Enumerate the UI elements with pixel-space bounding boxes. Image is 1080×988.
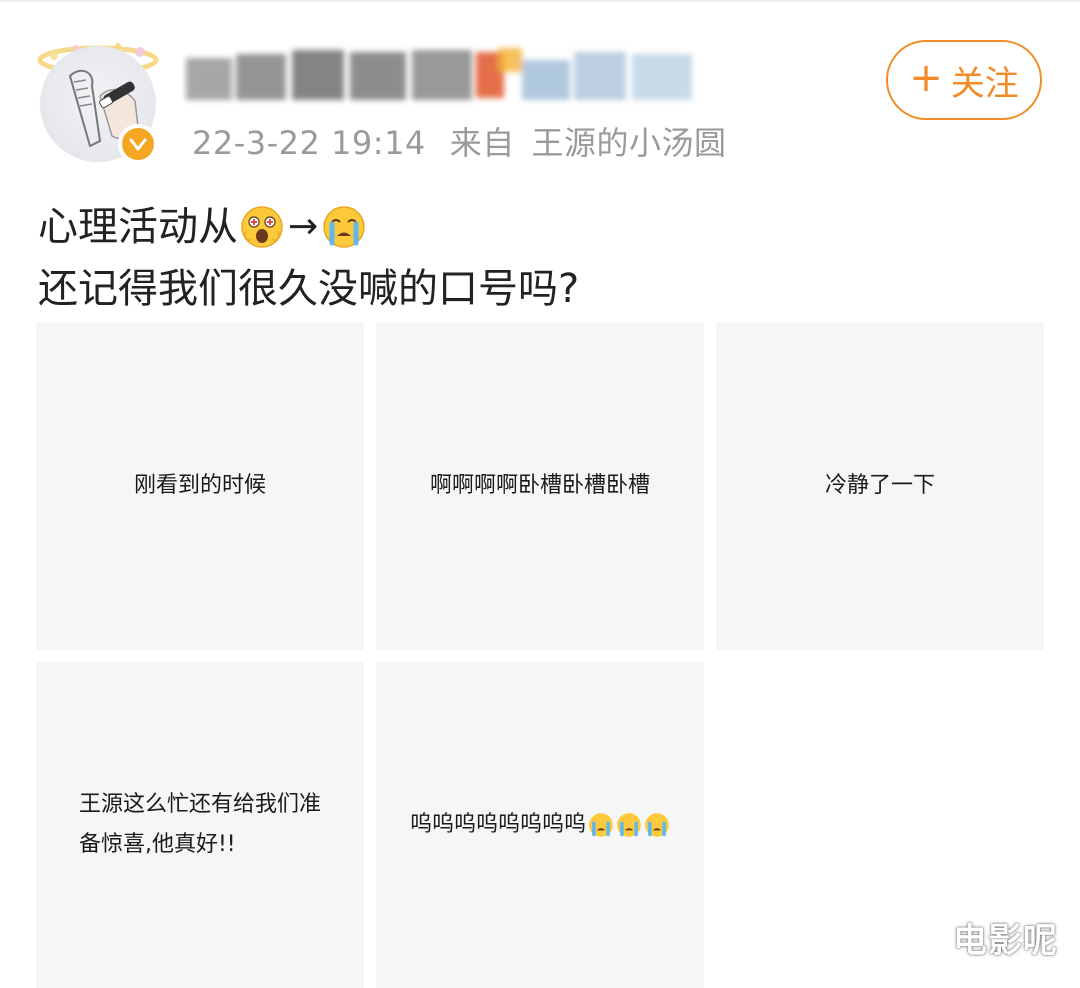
image-caption-row: 呜呜呜呜呜呜呜呜: [410, 805, 670, 845]
crying-emoji-icon: [645, 813, 669, 837]
post-text-question: 还记得我们很久没喊的口号吗?: [38, 266, 580, 312]
top-divider: [0, 0, 1080, 2]
shocked-emoji-icon: [241, 206, 283, 248]
image-caption: 啊啊啊啊卧槽卧槽卧槽: [429, 473, 650, 498]
crying-emoji-icon: [617, 813, 641, 837]
post-source: 来自 王源的小汤圆: [450, 124, 727, 162]
source-name[interactable]: 王源的小汤圆: [531, 124, 726, 162]
image-caption: 呜呜呜呜呜呜呜呜: [409, 812, 586, 837]
post-timestamp: 22-3-22 19:14: [192, 124, 426, 162]
image-tile-2[interactable]: 啊啊啊啊卧槽卧槽卧槽: [376, 322, 704, 650]
arrow-icon: →: [288, 206, 319, 247]
image-caption: 王源这么忙还有给我们准 备惊喜,他真好!!: [78, 792, 321, 857]
source-label: 来自: [449, 124, 515, 162]
post-text-line-1: 心理活动从 →: [38, 196, 1038, 258]
post-meta: 22-3-22 19:14 来自 王源的小汤圆: [192, 118, 726, 164]
avatar[interactable]: [36, 38, 164, 166]
image-tile-4[interactable]: 王源这么忙还有给我们准 备惊喜,他真好!!: [36, 662, 364, 988]
image-caption: 刚看到的时候: [133, 473, 266, 498]
plus-icon: +: [909, 55, 943, 101]
image-tile-1[interactable]: 刚看到的时候: [36, 322, 364, 650]
username-blurred[interactable]: [182, 40, 712, 112]
follow-button[interactable]: + 关注: [886, 40, 1042, 120]
image-tile-5[interactable]: 呜呜呜呜呜呜呜呜: [376, 662, 704, 988]
follow-label: 关注: [950, 63, 1019, 104]
image-tile-3[interactable]: 冷静了一下: [716, 322, 1044, 650]
post-text-line-2: 还记得我们很久没喊的口号吗?: [38, 258, 1038, 320]
verified-badge-icon: [118, 124, 158, 164]
watermark: 电影呢: [953, 921, 1058, 961]
crying-emoji-icon: [323, 206, 365, 248]
crying-emoji-icon: [589, 813, 613, 837]
post-text-prefix: 心理活动从: [38, 204, 238, 250]
post-text: 心理活动从 → 还记得我们很久没喊的口号吗?: [38, 196, 1038, 320]
image-caption: 冷静了一下: [824, 473, 935, 498]
weibo-post-page: 22-3-22 19:14 来自 王源的小汤圆 + 关注 心理活动从 → 还记得…: [0, 0, 1080, 988]
